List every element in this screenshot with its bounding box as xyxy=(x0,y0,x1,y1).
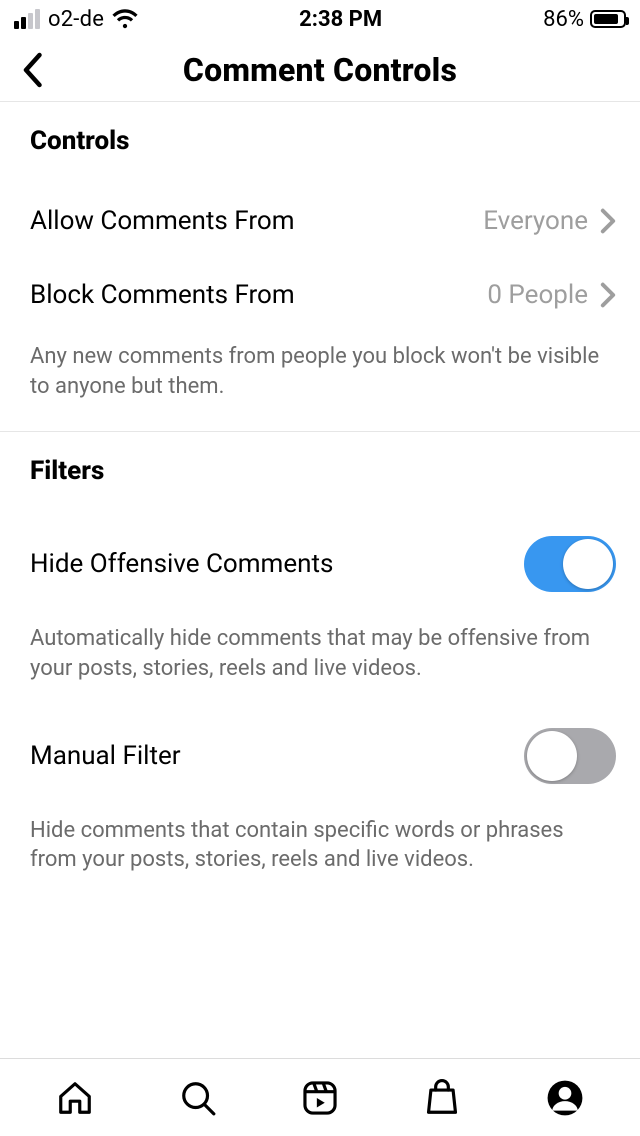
row-label: Allow Comments From xyxy=(30,206,295,236)
row-value-wrap: Everyone xyxy=(483,206,616,236)
hint-block-comments: Any new comments from people you block w… xyxy=(0,332,640,405)
section-title-controls: Controls xyxy=(0,126,640,184)
row-block-comments-from[interactable]: Block Comments From 0 People xyxy=(0,258,640,332)
row-label: Manual Filter xyxy=(30,741,181,771)
row-hide-offensive: Hide Offensive Comments xyxy=(0,514,640,614)
status-left: o2-de xyxy=(14,7,138,32)
wifi-icon xyxy=(112,9,138,29)
battery-icon xyxy=(590,10,626,28)
tab-shop[interactable] xyxy=(418,1074,466,1122)
chevron-left-icon xyxy=(21,52,43,88)
cell-signal-icon xyxy=(14,9,40,29)
chevron-right-icon xyxy=(600,282,616,308)
row-manual-filter: Manual Filter xyxy=(0,706,640,806)
back-button[interactable] xyxy=(10,48,54,92)
content: Controls Allow Comments From Everyone Bl… xyxy=(0,102,640,905)
row-label: Hide Offensive Comments xyxy=(30,549,333,579)
toggle-manual-filter[interactable] xyxy=(524,728,616,784)
page-title: Comment Controls xyxy=(0,51,640,89)
toggle-hide-offensive[interactable] xyxy=(524,536,616,592)
row-label: Block Comments From xyxy=(30,280,295,310)
tab-reels[interactable] xyxy=(296,1074,344,1122)
home-icon xyxy=(56,1079,94,1117)
hint-hide-offensive: Automatically hide comments that may be … xyxy=(0,614,640,687)
row-value: Everyone xyxy=(483,206,588,236)
battery-percent: 86% xyxy=(543,7,584,32)
section-title-filters: Filters xyxy=(0,456,640,514)
chevron-right-icon xyxy=(600,208,616,234)
nav-header: Comment Controls xyxy=(0,38,640,102)
hint-manual-filter: Hide comments that contain specific word… xyxy=(0,806,640,879)
row-allow-comments-from[interactable]: Allow Comments From Everyone xyxy=(0,184,640,258)
section-filters: Filters Hide Offensive Comments Automati… xyxy=(0,432,640,905)
status-right: 86% xyxy=(543,7,626,32)
row-value: 0 People xyxy=(487,280,588,310)
status-bar: o2-de 2:38 PM 86% xyxy=(0,0,640,38)
profile-icon xyxy=(546,1079,584,1117)
tab-profile[interactable] xyxy=(541,1074,589,1122)
tab-search[interactable] xyxy=(174,1074,222,1122)
shop-icon xyxy=(423,1079,461,1117)
tab-home[interactable] xyxy=(51,1074,99,1122)
status-time: 2:38 PM xyxy=(299,7,382,32)
search-icon xyxy=(179,1079,217,1117)
reels-icon xyxy=(301,1079,339,1117)
carrier-label: o2-de xyxy=(48,7,104,32)
section-controls: Controls Allow Comments From Everyone Bl… xyxy=(0,102,640,432)
row-value-wrap: 0 People xyxy=(487,280,616,310)
tab-bar xyxy=(0,1058,640,1136)
